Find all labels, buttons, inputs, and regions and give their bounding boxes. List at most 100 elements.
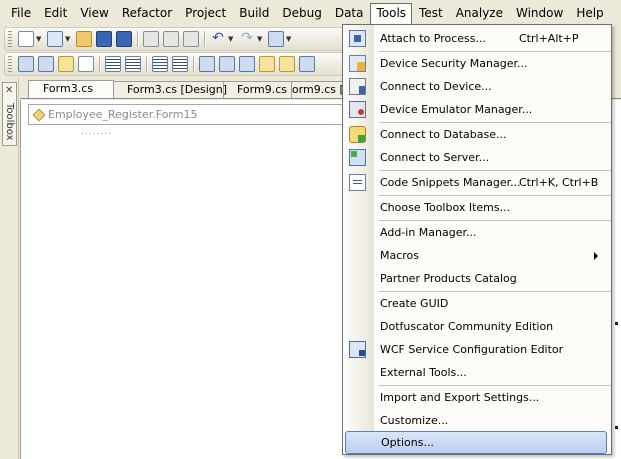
align-rights-icon[interactable]	[78, 56, 94, 72]
toolbox-label: Toolbox	[4, 103, 15, 141]
menu-help[interactable]: Help	[570, 3, 609, 23]
menu-item-add-in-manager[interactable]: Add-in Manager...	[343, 221, 611, 244]
menu-item-dotfuscator[interactable]: Dotfuscator Community Edition	[343, 315, 611, 338]
menu-item-label: Connect to Server...	[380, 151, 490, 164]
menu-item-label: Device Security Manager...	[380, 57, 528, 70]
chevron-down-icon[interactable]: ▼	[36, 35, 43, 43]
editor-marker	[615, 322, 618, 325]
chevron-down-icon[interactable]: ▼	[286, 35, 293, 43]
menu-item-customize[interactable]: Customize...	[343, 409, 611, 432]
menu-item-label: External Tools...	[380, 366, 467, 379]
menu-data[interactable]: Data	[329, 3, 370, 23]
class-selector[interactable]: Employee_Register.Form15	[28, 104, 348, 125]
tools-dropdown-menu: Attach to Process... Ctrl+Alt+P Device S…	[342, 24, 612, 455]
menu-test[interactable]: Test	[413, 3, 449, 23]
menu-file[interactable]: File	[5, 3, 37, 23]
toolbar-separator	[204, 31, 205, 47]
toolbar-grip[interactable]	[8, 56, 12, 72]
menu-build[interactable]: Build	[233, 3, 275, 23]
attach-process-icon	[349, 30, 366, 47]
menu-edit[interactable]: Edit	[38, 3, 73, 23]
connect-server-icon	[349, 149, 366, 166]
menu-item-code-snippets-manager[interactable]: Code Snippets Manager... Ctrl+K, Ctrl+B	[343, 171, 611, 194]
menu-item-create-guid[interactable]: Create GUID	[343, 292, 611, 315]
open-file-icon[interactable]	[76, 31, 92, 47]
connect-database-icon	[349, 126, 366, 143]
menu-item-connect-to-database[interactable]: Connect to Database...	[343, 123, 611, 146]
device-security-icon	[349, 55, 366, 72]
chevron-down-icon[interactable]: ▼	[65, 35, 72, 43]
menu-item-options[interactable]: Options...	[345, 431, 607, 454]
next-bookmark-icon[interactable]	[239, 56, 255, 72]
navigate-backward-icon[interactable]	[268, 31, 284, 47]
menu-item-label: Import and Export Settings...	[380, 391, 540, 404]
indent-icon[interactable]	[105, 56, 121, 72]
previous-bookmark-icon[interactable]	[219, 56, 235, 72]
add-item-icon[interactable]	[47, 31, 63, 47]
tab-form3-design[interactable]: Form3.cs [Design]	[112, 81, 227, 98]
chevron-down-icon[interactable]: ▼	[228, 35, 235, 43]
menu-item-label: Create GUID	[380, 297, 449, 310]
toolbar-separator	[146, 56, 147, 72]
uncomment-lines-icon[interactable]	[172, 56, 188, 72]
bookmark-icon[interactable]	[199, 56, 215, 72]
align-centers-icon[interactable]	[58, 56, 74, 72]
menu-item-external-tools[interactable]: External Tools...	[343, 361, 611, 384]
editor-marker	[615, 426, 618, 429]
menu-item-choose-toolbox-items[interactable]: Choose Toolbox Items...	[343, 196, 611, 219]
toolbar-separator	[99, 56, 100, 72]
clear-bookmarks-icon[interactable]	[299, 56, 315, 72]
menu-window[interactable]: Window	[510, 3, 569, 23]
toolbox-tab[interactable]: ✕ Toolbox	[2, 82, 17, 146]
menu-view[interactable]: View	[74, 3, 114, 23]
save-all-icon[interactable]	[116, 31, 132, 47]
next-folder-bookmark-icon[interactable]	[279, 56, 295, 72]
menu-item-label: Options...	[381, 436, 434, 449]
cut-icon[interactable]	[143, 31, 159, 47]
menu-item-wcf-service-config-editor[interactable]: WCF Service Configuration Editor	[343, 338, 611, 361]
menu-item-partner-products-catalog[interactable]: Partner Products Catalog	[343, 267, 611, 290]
menu-item-attach-to-process[interactable]: Attach to Process... Ctrl+Alt+P	[343, 27, 611, 50]
tab-form9-cs[interactable]: Form9.cs	[222, 81, 292, 98]
menu-item-connect-to-server[interactable]: Connect to Server...	[343, 146, 611, 169]
menu-item-label: Partner Products Catalog	[380, 272, 517, 285]
new-project-icon[interactable]	[18, 31, 34, 47]
comment-lines-icon[interactable]	[152, 56, 168, 72]
redo-icon[interactable]: ↷	[239, 31, 255, 47]
menu-item-label: Device Emulator Manager...	[380, 103, 533, 116]
previous-folder-bookmark-icon[interactable]	[259, 56, 275, 72]
undo-icon[interactable]: ↶	[210, 31, 226, 47]
menu-item-label: Choose Toolbox Items...	[380, 201, 511, 214]
toolbar-separator	[137, 31, 138, 47]
code-snippets-icon	[349, 174, 366, 191]
menu-analyze[interactable]: Analyze	[450, 3, 509, 23]
copy-icon[interactable]	[163, 31, 179, 47]
chevron-down-icon[interactable]: ▼	[257, 35, 264, 43]
menu-item-label: Customize...	[380, 414, 449, 427]
wcf-config-icon	[349, 341, 366, 358]
connect-device-icon	[349, 78, 366, 95]
menu-tools[interactable]: Tools	[370, 3, 413, 25]
menu-item-import-export-settings[interactable]: Import and Export Settings...	[343, 386, 611, 409]
menu-item-label: WCF Service Configuration Editor	[380, 343, 564, 356]
align-lefts-icon[interactable]	[38, 56, 54, 72]
outdent-icon[interactable]	[125, 56, 141, 72]
editor-dots: ........	[81, 127, 112, 137]
close-x-icon[interactable]: ✕	[5, 85, 13, 96]
menu-item-device-security-manager[interactable]: Device Security Manager...	[343, 52, 611, 75]
menu-item-connect-to-device[interactable]: Connect to Device...	[343, 75, 611, 98]
menu-item-label: Add-in Manager...	[380, 226, 477, 239]
menu-item-label: Attach to Process...	[380, 32, 486, 45]
menu-refactor[interactable]: Refactor	[116, 3, 178, 23]
align-to-grid-icon[interactable]	[18, 56, 34, 72]
menu-item-device-emulator-manager[interactable]: Device Emulator Manager...	[343, 98, 611, 121]
menu-item-shortcut: Ctrl+K, Ctrl+B	[519, 176, 599, 189]
menu-item-macros[interactable]: Macros	[343, 244, 611, 267]
menu-item-label: Connect to Device...	[380, 80, 492, 93]
save-icon[interactable]	[96, 31, 112, 47]
menu-debug[interactable]: Debug	[276, 3, 327, 23]
menu-project[interactable]: Project	[179, 3, 232, 23]
tab-form3-cs[interactable]: Form3.cs	[28, 80, 114, 98]
toolbar-grip[interactable]	[8, 31, 12, 47]
paste-icon[interactable]	[183, 31, 199, 47]
